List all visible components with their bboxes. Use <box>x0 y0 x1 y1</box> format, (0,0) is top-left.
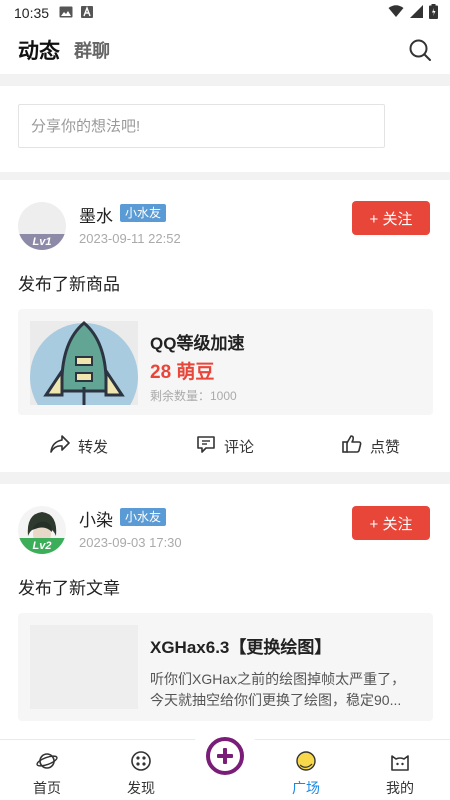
comment-label: 评论 <box>224 438 255 456</box>
search-icon[interactable] <box>408 38 432 62</box>
nav-discover[interactable]: 发现 <box>106 740 176 800</box>
article-thumbnail <box>30 625 138 709</box>
thumbs-up-icon <box>342 435 362 457</box>
battery-icon <box>429 4 438 22</box>
article-card[interactable]: XGHax6.3【更换绘图】 听你们XGHax之前的绘图掉帧太严重了， 今天就抽… <box>18 613 433 721</box>
like-label: 点赞 <box>370 438 401 456</box>
signal-icon <box>410 5 423 21</box>
status-time: 10:35 <box>14 5 50 21</box>
nav-label: 发现 <box>127 780 155 796</box>
level-badge: Lv1 <box>18 234 66 250</box>
like-button[interactable]: 点赞 <box>342 426 400 466</box>
share-input[interactable] <box>18 104 385 148</box>
product-price: 28 萌豆 <box>150 362 215 383</box>
nav-home[interactable]: 首页 <box>12 740 82 800</box>
plaza-icon <box>295 750 317 772</box>
article-title: XGHax6.3【更换绘图】 <box>150 638 332 657</box>
product-title: QQ等级加速 <box>150 334 245 353</box>
planet-icon <box>36 750 58 772</box>
status-indicators <box>388 4 438 22</box>
share-button[interactable]: 转发 <box>50 426 108 466</box>
share-icon <box>50 435 70 457</box>
share-card <box>0 86 450 172</box>
level-badge: Lv2 <box>18 538 66 554</box>
nav-label: 我的 <box>386 780 414 796</box>
nav-label: 广场 <box>292 780 320 796</box>
post-time: 2023-09-03 17:30 <box>79 535 182 550</box>
wifi-icon <box>388 5 404 21</box>
product-thumbnail <box>30 321 138 405</box>
tab-group-chat[interactable]: 群聊 <box>74 37 110 63</box>
font-icon <box>81 5 94 21</box>
comment-button[interactable]: 评论 <box>196 426 254 466</box>
tab-feed[interactable]: 动态 <box>18 35 60 65</box>
post-actions: 转发 评论 点赞 <box>0 426 450 466</box>
product-stock: 剩余数量：1000 <box>150 389 237 403</box>
post-text: 发布了新商品 <box>18 275 120 294</box>
follow-button[interactable]: + 关注 <box>352 201 430 235</box>
nav-label: 首页 <box>33 780 61 796</box>
top-header: 动态 群聊 <box>0 26 450 74</box>
product-card[interactable]: QQ等级加速 28 萌豆 剩余数量：1000 <box>18 309 433 415</box>
article-summary-line: 今天就抽空给你们更换了绘图，稳定90... <box>150 692 402 708</box>
status-bar: 10:35 <box>0 0 450 26</box>
avatar[interactable]: Lv2 <box>18 506 66 554</box>
username[interactable]: 小染 <box>79 506 113 531</box>
gallery-icon <box>59 5 73 21</box>
article-summary: 听你们XGHax之前的绘图掉帧太严重了， 今天就抽空给你们更换了绘图，稳定90.… <box>150 669 422 711</box>
avatar[interactable]: Lv1 <box>18 202 66 250</box>
nav-square[interactable]: 广场 <box>271 740 341 800</box>
share-label: 转发 <box>78 438 109 456</box>
follow-button[interactable]: + 关注 <box>352 506 430 540</box>
user-title-badge: 小水友 <box>120 508 167 526</box>
cat-face-icon <box>389 750 411 772</box>
comment-icon <box>196 435 216 457</box>
nav-mine[interactable]: 我的 <box>365 740 435 800</box>
post-time: 2023-09-11 22:52 <box>79 231 181 246</box>
post-text: 发布了新文章 <box>18 579 120 598</box>
post-card: Lv1 墨水 小水友 2023-09-11 22:52 + 关注 发布了新商品 … <box>0 180 450 472</box>
article-summary-line: 听你们XGHax之前的绘图掉帧太严重了， <box>150 671 406 687</box>
post-card: Lv2 小染 小水友 2023-09-03 17:30 + 关注 发布了新文章 … <box>0 484 450 739</box>
publish-plus-button[interactable] <box>206 737 244 775</box>
palette-icon <box>130 750 152 772</box>
username[interactable]: 墨水 <box>79 202 113 227</box>
user-title-badge: 小水友 <box>120 204 167 222</box>
